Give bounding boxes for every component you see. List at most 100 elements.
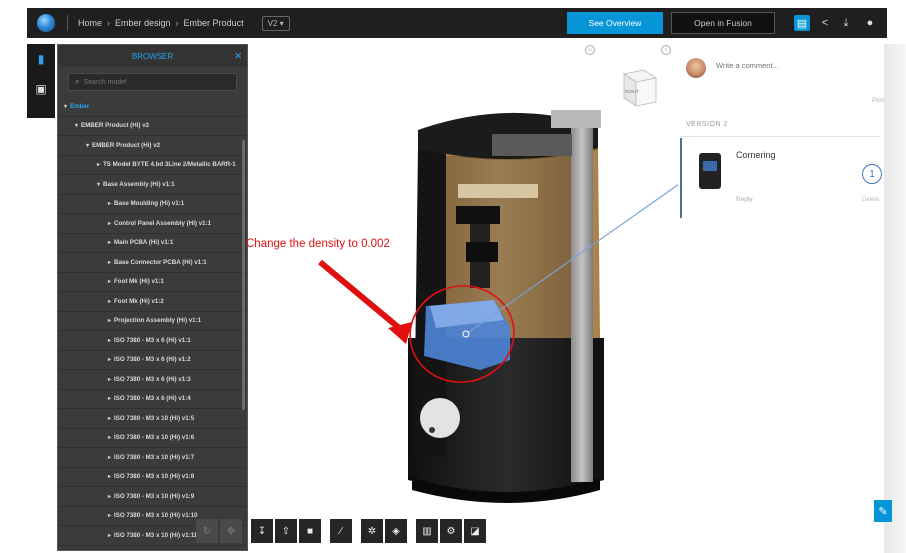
comment-thumbnail[interactable] (699, 153, 721, 189)
version-dropdown[interactable]: V2 ▾ (261, 15, 290, 31)
expand-arrow-icon[interactable]: ▸ (108, 512, 111, 519)
expand-arrow-icon[interactable]: ▾ (64, 103, 67, 110)
expand-arrow-icon[interactable]: ▸ (108, 454, 111, 461)
tree-item[interactable]: ▸ ISO 7380 - M3 x 6 (Hi) v1:3 (58, 370, 247, 390)
tree-item[interactable]: ▸ TS Model BYTE 4.bd 3Line 2/Metallic BAR… (58, 156, 247, 175)
fit-icon[interactable]: ⇧ (275, 519, 297, 543)
share-icon[interactable]: < (817, 15, 833, 31)
tree-item[interactable]: ▸ Foot Mk (Hi) v1:2 (58, 292, 247, 312)
expand-arrow-icon[interactable]: ▸ (108, 493, 111, 500)
expand-arrow-icon[interactable]: ▸ (108, 415, 111, 422)
help-icon[interactable]: ● (862, 15, 878, 31)
open-in-fusion-button[interactable]: Open in Fusion (671, 12, 775, 34)
z-rail (571, 116, 593, 482)
expand-arrow-icon[interactable]: ▸ (108, 220, 111, 227)
fullscreen-icon[interactable]: ◪ (464, 519, 486, 543)
expand-arrow-icon[interactable]: ▸ (108, 337, 111, 344)
tree-item[interactable]: ▸ Base Connector PCBA (Hi) v1:1 (58, 253, 247, 273)
expand-arrow-icon[interactable]: ▸ (97, 161, 100, 168)
tree-item-label: ISO 7380 - M3 x 6 (Hi) v1:4 (114, 395, 191, 403)
comment-input[interactable] (716, 58, 866, 72)
zoom-icon[interactable]: ↧ (251, 519, 273, 543)
tree-item-label: ISO 7380 - M3 x 10 (Hi) v1:6 (114, 434, 195, 442)
tree-item-label: ISO 7380 - M3 x 10 (Hi) v1:8 (114, 473, 195, 481)
delete-link[interactable]: Delete (862, 197, 879, 203)
pan-icon[interactable]: ✥ (220, 519, 242, 543)
tree-item-label: EMBER Product (Hi) v2 (92, 141, 161, 149)
expand-arrow-icon[interactable]: ▸ (108, 395, 111, 402)
measure-icon[interactable]: ∕ (330, 519, 352, 543)
tree-item[interactable]: ▾ Ember (58, 97, 247, 117)
properties-icon[interactable]: ▥ (416, 519, 438, 543)
close-icon[interactable]: × (234, 48, 242, 63)
expand-arrow-icon[interactable]: ▸ (108, 473, 111, 480)
comments-icon[interactable]: ▤ (794, 15, 810, 31)
tree-item-label: ISO 7380 - M3 x 10 (Hi) v1:11 (114, 531, 198, 539)
tree-item[interactable]: ▸ ISO 7380 - M3 x 10 (Hi) v1:8 (58, 468, 247, 487)
tree-item-label: ISO 7380 - M3 x 6 (Hi) v1:3 (114, 375, 191, 383)
expand-arrow-icon[interactable]: ▸ (108, 239, 111, 246)
orbit-icon[interactable]: ↻ (196, 519, 218, 543)
expand-arrow-icon[interactable]: ▾ (97, 181, 100, 188)
section-icon[interactable]: ◈ (385, 519, 407, 543)
comment-text: Cornering (736, 150, 776, 160)
model-browser-icon[interactable]: ▮ (27, 44, 55, 74)
model-viewport[interactable] (248, 38, 678, 553)
tree-item[interactable]: ▸ Main PCBA (Hi) v1:1 (58, 234, 247, 253)
version-value: V2 (267, 18, 278, 28)
expand-arrow-icon[interactable]: ▸ (108, 532, 111, 539)
search-input[interactable] (83, 78, 224, 86)
tree-item-label: Control Panel Assembly (Hi) v1:1 (114, 219, 212, 227)
expand-arrow-icon[interactable]: ▸ (108, 376, 111, 383)
expand-arrow-icon[interactable]: ▾ (86, 142, 89, 149)
view-cube[interactable]: RIGHT (614, 66, 660, 112)
markup-count-badge[interactable]: 1 (862, 164, 882, 184)
expand-arrow-icon[interactable]: ▸ (108, 278, 111, 285)
expand-arrow-icon[interactable]: ▸ (108, 200, 111, 207)
see-overview-button[interactable]: See Overview (567, 12, 663, 34)
tree-item-label: ISO 7380 - M3 x 10 (Hi) v1:9 (114, 492, 195, 500)
expand-arrow-icon[interactable]: ▸ (108, 298, 111, 305)
tree-item[interactable]: ▾ EMBER Product (Hi) v2 (58, 117, 247, 136)
power-knob (420, 398, 460, 438)
tree-item[interactable]: ▸ Projection Assembly (Hi) v1:1 (58, 312, 247, 331)
scrollbar[interactable] (242, 140, 245, 410)
tree-item[interactable]: ▸ ISO 7380 - M3 x 10 (Hi) v1:5 (58, 409, 247, 429)
home-view-icon[interactable]: ⌂ (585, 45, 595, 55)
expand-arrow-icon[interactable]: ▾ (75, 122, 78, 129)
download-icon[interactable]: ⤓ (838, 15, 854, 31)
feedback-icon[interactable]: ✎ (874, 500, 892, 522)
tree-item-label: Foot Mk (Hi) v1:2 (114, 297, 164, 305)
tree-item[interactable]: ▸ ISO 7380 - M3 x 10 (Hi) v1:6 (58, 429, 247, 448)
tree-item[interactable]: ▸ ISO 7380 - M3 x 6 (Hi) v1:1 (58, 331, 247, 351)
expand-arrow-icon[interactable]: ▸ (108, 259, 111, 266)
expand-arrow-icon[interactable]: ▸ (108, 356, 111, 363)
animation-icon[interactable]: ▣ (27, 74, 55, 104)
tree-item[interactable]: ▾ EMBER Product (Hi) v2 (58, 136, 247, 156)
tree-item[interactable]: ▾ Base Assembly (Hi) v1:1 (58, 175, 247, 195)
breadcrumb-home[interactable]: Home (78, 18, 102, 28)
breadcrumb-project[interactable]: Ember design (115, 18, 171, 28)
left-rail: ▮ ▣ (27, 44, 55, 118)
tree-item[interactable]: ▸ ISO 7380 - M3 x 10 (Hi) v1:7 (58, 448, 247, 468)
camera-icon[interactable]: ■ (299, 519, 321, 543)
browser-header: BROWSER × (58, 45, 247, 67)
post-button[interactable]: Post (872, 98, 884, 104)
bottom-toolbar: ↻ ✥ ↧ ⇧ ■ ∕ ✲ ◈ ▥ ⚙ ◪ (196, 513, 488, 549)
tree-item[interactable]: ▸ ISO 7380 - M3 x 6 (Hi) v1:4 (58, 390, 247, 409)
explode-icon[interactable]: ✲ (361, 519, 383, 543)
tree-item[interactable]: ▸ Base Moulding (Hi) v1:1 (58, 195, 247, 214)
expand-arrow-icon[interactable]: ▸ (108, 317, 111, 324)
divider (680, 136, 880, 137)
tree-item[interactable]: ▸ ISO 7380 - M3 x 10 (Hi) v1:9 (58, 487, 247, 507)
reply-link[interactable]: Reply (736, 196, 753, 203)
cube-face-label: RIGHT (625, 89, 639, 94)
settings-icon[interactable]: ⚙ (440, 519, 462, 543)
z-rail-top (551, 110, 601, 128)
expand-arrow-icon[interactable]: ▸ (108, 434, 111, 441)
info-icon[interactable]: i (661, 45, 671, 55)
app-logo-icon[interactable] (37, 14, 55, 32)
tree-item[interactable]: ▸ ISO 7380 - M3 x 6 (Hi) v1:2 (58, 351, 247, 370)
tree-item[interactable]: ▸ Control Panel Assembly (Hi) v1:1 (58, 214, 247, 234)
tree-item[interactable]: ▸ Foot Mk (Hi) v1:1 (58, 273, 247, 292)
